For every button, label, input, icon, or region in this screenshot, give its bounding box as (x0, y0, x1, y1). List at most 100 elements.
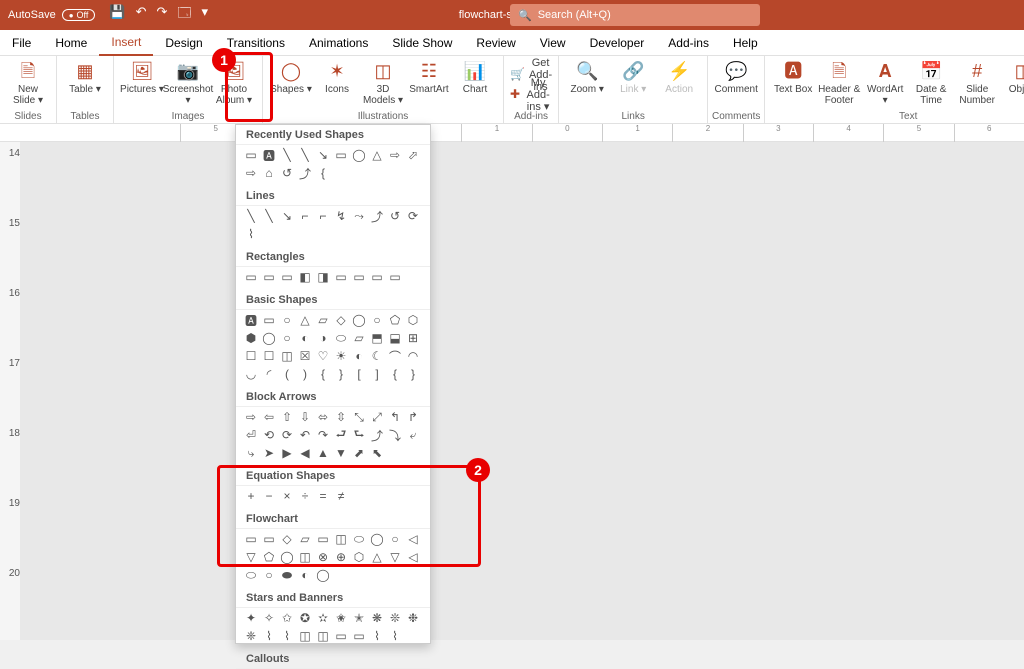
shape-glyph[interactable]: ⌐ (316, 209, 330, 223)
shape-glyph[interactable]: ▭ (262, 313, 276, 327)
shape-glyph[interactable]: ↱ (406, 410, 420, 424)
shape-glyph[interactable]: ▽ (244, 550, 258, 564)
tab-review[interactable]: Review (464, 30, 527, 56)
tab-design[interactable]: Design (153, 30, 214, 56)
shape-glyph[interactable]: ▭ (244, 270, 258, 284)
shape-glyph[interactable]: ⤴ (298, 166, 312, 180)
slide-number-button[interactable]: #Slide Number (955, 58, 999, 112)
shape-glyph[interactable]: ◁ (406, 550, 420, 564)
shape-glyph[interactable]: { (316, 166, 330, 180)
table--button[interactable]: ▦Table ▾ (63, 58, 107, 112)
slide-canvas[interactable] (20, 142, 1024, 640)
shape-glyph[interactable]: ▭ (244, 532, 258, 546)
shape-glyph[interactable]: ▭ (334, 629, 348, 643)
tab-slide-show[interactable]: Slide Show (380, 30, 464, 56)
shape-glyph[interactable]: 🅰 (244, 313, 258, 327)
tab-add-ins[interactable]: Add-ins (656, 30, 721, 56)
text-box-button[interactable]: 🅰Text Box (771, 58, 815, 112)
shape-glyph[interactable]: ⟳ (406, 209, 420, 223)
shape-glyph[interactable]: ⇨ (244, 166, 258, 180)
shape-glyph[interactable]: ▱ (316, 313, 330, 327)
shape-glyph[interactable]: ⬀ (406, 148, 420, 162)
shape-glyph[interactable]: ⮑ (352, 428, 366, 442)
shape-glyph[interactable]: ╲ (280, 148, 294, 162)
shape-glyph[interactable]: ⌇ (262, 629, 276, 643)
tab-view[interactable]: View (528, 30, 578, 56)
shape-glyph[interactable]: ⬡ (406, 313, 420, 327)
shape-glyph[interactable]: ⌂ (262, 166, 276, 180)
shape-glyph[interactable]: ⬭ (244, 568, 258, 582)
shape-glyph[interactable]: ◯ (370, 532, 384, 546)
qat-button-2[interactable]: ↷ (156, 4, 167, 26)
tab-help[interactable]: Help (721, 30, 770, 56)
shape-glyph[interactable]: ◐ (352, 349, 366, 363)
chart-button[interactable]: 📊Chart (453, 58, 497, 112)
shape-glyph[interactable]: ⏎ (244, 428, 258, 442)
shape-glyph[interactable]: ⌇ (244, 227, 258, 241)
shape-glyph[interactable]: ⬭ (352, 532, 366, 546)
tab-home[interactable]: Home (43, 30, 99, 56)
shape-glyph[interactable]: ○ (280, 313, 294, 327)
shape-glyph[interactable]: ▭ (334, 270, 348, 284)
shape-glyph[interactable]: ⇦ (262, 410, 276, 424)
shape-glyph[interactable]: ◯ (262, 331, 276, 345)
shape-glyph[interactable]: ◨ (316, 270, 330, 284)
shape-glyph[interactable]: { (388, 367, 402, 381)
shape-glyph[interactable]: ÷ (298, 489, 312, 503)
shape-glyph[interactable]: ↷ (316, 428, 330, 442)
shape-glyph[interactable]: ⤴ (370, 209, 384, 223)
shape-glyph[interactable]: ◇ (280, 532, 294, 546)
shape-glyph[interactable]: ╲ (262, 209, 276, 223)
shape-glyph[interactable]: ↘ (280, 209, 294, 223)
shape-glyph[interactable]: ⌐ (298, 209, 312, 223)
new-slide--button[interactable]: 🗎New Slide ▾ (6, 58, 50, 112)
shape-glyph[interactable]: ▱ (352, 331, 366, 345)
shape-glyph[interactable]: 🅰 (262, 148, 276, 162)
shape-glyph[interactable]: ➤ (262, 446, 276, 460)
shape-glyph[interactable]: ◫ (298, 629, 312, 643)
shape-glyph[interactable]: ✬ (334, 611, 348, 625)
shape-glyph[interactable]: ⬬ (280, 568, 294, 582)
shape-glyph[interactable]: − (262, 489, 276, 503)
shape-glyph[interactable]: ▭ (334, 148, 348, 162)
shape-glyph[interactable]: ⤶ (406, 428, 420, 442)
shape-glyph[interactable]: ☐ (262, 349, 276, 363)
shape-glyph[interactable]: ⬉ (370, 446, 384, 460)
shape-glyph[interactable]: ↶ (298, 428, 312, 442)
shape-glyph[interactable]: ❈ (244, 629, 258, 643)
shape-glyph[interactable]: ⬓ (388, 331, 402, 345)
qat-button-3[interactable]: 🗔 (177, 4, 191, 26)
shape-glyph[interactable]: ❋ (370, 611, 384, 625)
shape-glyph[interactable]: ⌇ (370, 629, 384, 643)
shape-glyph[interactable]: ◯ (352, 148, 366, 162)
shape-glyph[interactable]: ◐ (298, 568, 312, 582)
shape-glyph[interactable]: ⬠ (262, 550, 276, 564)
shape-glyph[interactable]: ⤡ (352, 410, 366, 424)
shape-glyph[interactable]: ⬭ (334, 331, 348, 345)
shape-glyph[interactable]: ⊗ (316, 550, 330, 564)
screenshot--button[interactable]: 📷Screenshot ▾ (166, 58, 210, 112)
comment-button[interactable]: 💬Comment (714, 58, 758, 112)
shape-glyph[interactable]: ⊕ (334, 550, 348, 564)
shape-glyph[interactable]: ◠ (406, 349, 420, 363)
shape-glyph[interactable]: ◑ (316, 331, 330, 345)
shape-glyph[interactable]: ◫ (280, 349, 294, 363)
shape-glyph[interactable]: ⬄ (316, 410, 330, 424)
shape-glyph[interactable]: ☐ (244, 349, 258, 363)
shape-glyph[interactable]: ○ (262, 568, 276, 582)
shape-glyph[interactable]: ◀ (298, 446, 312, 460)
shape-glyph[interactable]: ☾ (370, 349, 384, 363)
shape-glyph[interactable]: ≠ (334, 489, 348, 503)
shape-glyph[interactable]: ◯ (280, 550, 294, 564)
shape-glyph[interactable]: ▶ (280, 446, 294, 460)
shape-glyph[interactable]: △ (370, 148, 384, 162)
search-box[interactable]: 🔍 Search (Alt+Q) (510, 4, 760, 26)
shape-glyph[interactable]: ⬈ (352, 446, 366, 460)
shape-glyph[interactable]: ▭ (352, 270, 366, 284)
3d-models--button[interactable]: ◫3D Models ▾ (361, 58, 405, 112)
shape-glyph[interactable]: ✧ (262, 611, 276, 625)
shape-glyph[interactable]: ↺ (280, 166, 294, 180)
date-time-button[interactable]: 📅Date & Time (909, 58, 953, 112)
shape-glyph[interactable]: ✩ (280, 611, 294, 625)
wordart--button[interactable]: 𝐀WordArt ▾ (863, 58, 907, 112)
